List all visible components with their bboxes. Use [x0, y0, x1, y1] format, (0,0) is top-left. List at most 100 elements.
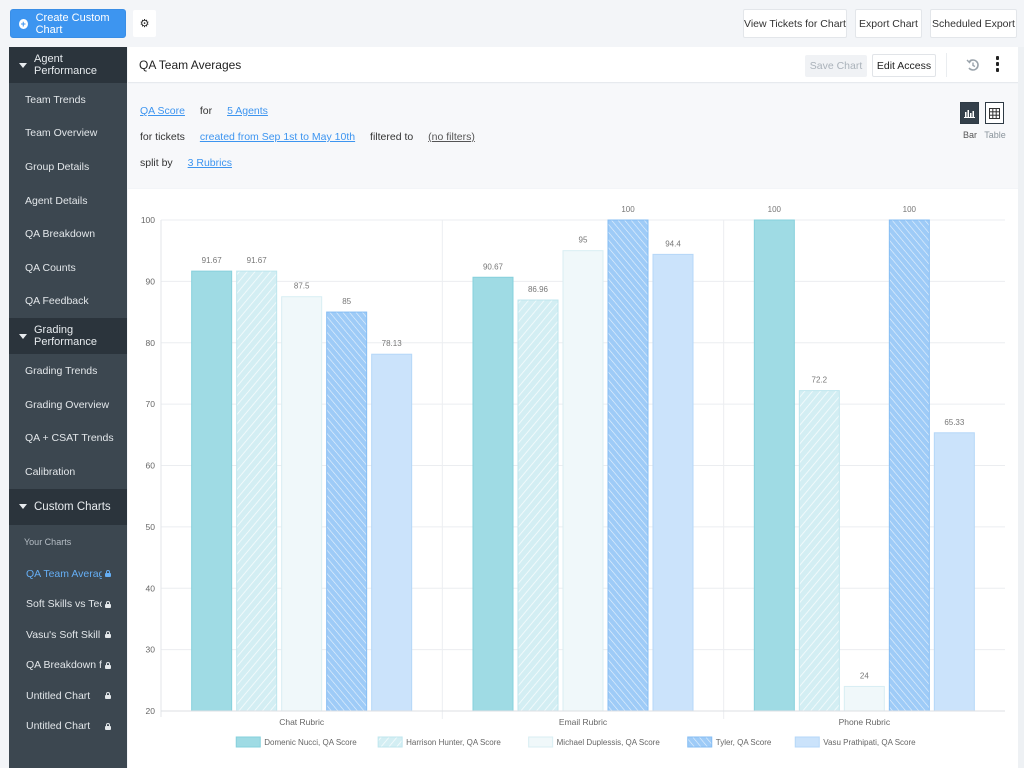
x-tick-label: Email Rubric	[559, 717, 608, 727]
sidebar-chart-untitled-2[interactable]: Untitled Chart	[9, 711, 127, 742]
sidebar-item-grading-overview[interactable]: Grading Overview	[9, 388, 127, 422]
divider	[946, 53, 947, 77]
legend-swatch	[794, 736, 820, 748]
split-value-link[interactable]: 3 Rubrics	[188, 157, 232, 169]
lock-icon	[105, 661, 111, 669]
bar	[798, 390, 840, 712]
scheduled-export-button[interactable]: Scheduled Export	[930, 9, 1017, 38]
sidebar-chart-qa-team-averages[interactable]: QA Team Averages	[9, 559, 127, 590]
data-label: 78.13	[382, 339, 403, 348]
bar	[472, 276, 514, 712]
lock-icon	[105, 692, 111, 700]
caret-down-icon	[19, 333, 27, 339]
data-label: 91.67	[247, 256, 268, 265]
legend-label: Vasu Prathipati, QA Score	[823, 738, 916, 747]
data-label: 100	[621, 205, 635, 214]
data-label: 86.96	[528, 285, 549, 294]
chart-label: Untitled Chart	[26, 689, 91, 702]
y-tick-label: 50	[146, 522, 156, 532]
settings-button[interactable]: ⚙	[133, 10, 156, 37]
query-builder: QA Score for 5 Agents for tickets create…	[128, 84, 1018, 188]
sidebar-item-team-trends[interactable]: Team Trends	[9, 83, 127, 117]
bar-chart-icon	[964, 110, 975, 118]
gear-icon: ⚙	[139, 18, 150, 30]
sidebar-item-qa-breakdown[interactable]: QA Breakdown	[9, 217, 127, 251]
caret-down-icon	[19, 62, 27, 68]
x-tick-label: Chat Rubric	[279, 717, 325, 727]
export-chart-button[interactable]: Export Chart	[855, 9, 922, 38]
bar	[753, 219, 795, 712]
y-tick-label: 100	[141, 215, 155, 225]
y-tick-label: 40	[146, 583, 156, 593]
bar-view-toggle[interactable]	[960, 102, 979, 124]
filters-link[interactable]: (no filters)	[428, 131, 475, 143]
bar	[888, 219, 930, 712]
history-icon[interactable]	[966, 58, 980, 72]
section-label: Custom Charts	[34, 500, 111, 513]
bar-chart: 20 30 40 50 60 70 80 90 100 91.67 91.67 87.5 85 78.1…	[141, 205, 1005, 748]
sidebar-item-qa-feedback[interactable]: QA Feedback	[9, 285, 127, 319]
sidebar-section-grading-performance[interactable]: Grading Performance	[9, 318, 127, 355]
data-label: 72.2	[812, 376, 828, 385]
legend-label: Harrison Hunter, QA Score	[406, 738, 501, 747]
data-label: 65.33	[944, 418, 965, 427]
lock-icon	[105, 600, 111, 608]
bar	[326, 311, 368, 712]
sidebar-section-agent-performance[interactable]: Agent Performance	[9, 47, 127, 83]
bar	[843, 685, 885, 712]
table-view-toggle[interactable]	[985, 102, 1004, 124]
bar	[652, 253, 694, 712]
sidebar-item-qa-csat-trends[interactable]: QA + CSAT Trends	[9, 421, 127, 455]
x-tick-label: Phone Rubric	[839, 717, 891, 727]
chart-label: Vasu's Soft Skill ...	[26, 628, 102, 641]
sidebar-chart-untitled-1[interactable]: Untitled Chart	[9, 681, 127, 712]
legend-label: Michael Duplessis, QA Score	[557, 738, 661, 747]
save-chart-button[interactable]: Save Chart	[805, 55, 867, 77]
page-title: QA Team Averages	[139, 58, 242, 72]
sidebar-item-team-overview[interactable]: Team Overview	[9, 117, 127, 151]
more-vertical-icon[interactable]	[993, 56, 1001, 76]
data-label: 91.67	[202, 256, 223, 265]
y-tick-label: 20	[146, 706, 156, 716]
edit-access-button[interactable]: Edit Access	[872, 54, 936, 77]
sidebar-chart-qa-breakdown[interactable]: QA Breakdown fo...	[9, 650, 127, 681]
query-line-split: split by 3 Rubrics	[140, 157, 244, 169]
legend-swatch	[377, 736, 403, 748]
sidebar-chart-vasus-soft-skill[interactable]: Vasu's Soft Skill ...	[9, 620, 127, 651]
data-label: 85	[342, 297, 351, 306]
legend-swatch	[235, 736, 261, 748]
y-tick-label: 80	[146, 338, 156, 348]
sidebar-item-grading-trends[interactable]: Grading Trends	[9, 354, 127, 388]
sidebar-item-qa-counts[interactable]: QA Counts	[9, 251, 127, 285]
agents-link[interactable]: 5 Agents	[227, 105, 268, 117]
for-text: for	[199, 105, 213, 117]
lock-icon	[105, 631, 111, 639]
bar	[191, 270, 233, 712]
sidebar-item-group-details[interactable]: Group Details	[9, 150, 127, 184]
bar	[236, 270, 278, 712]
sidebar-chart-soft-skills[interactable]: Soft Skills vs Tec...	[9, 589, 127, 620]
chart-panel: 20 30 40 50 60 70 80 90 100 91.67 91.67 87.5 85 78.1…	[128, 189, 1018, 768]
bar	[517, 299, 559, 712]
chart-label: QA Team Averages	[26, 567, 102, 580]
lock-icon	[105, 722, 111, 730]
sidebar-section-custom-charts[interactable]: Custom Charts	[9, 488, 127, 525]
metric-link[interactable]: QA Score	[140, 105, 185, 117]
date-range-link[interactable]: created from Sep 1st to May 10th	[200, 131, 355, 143]
bar	[371, 353, 413, 712]
your-charts-label: Your Charts	[24, 536, 72, 547]
chart-label: Soft Skills vs Tec...	[26, 598, 102, 611]
section-label: Agent Performance	[34, 53, 97, 77]
y-tick-label: 70	[146, 399, 156, 409]
scroll-gutter	[1018, 47, 1024, 768]
filtered-to-text: filtered to	[370, 131, 414, 143]
view-tickets-button[interactable]: View Tickets for Chart	[743, 9, 847, 38]
caret-down-icon	[19, 504, 27, 510]
chart-label: Untitled Chart	[26, 720, 91, 733]
sidebar-item-calibration[interactable]: Calibration	[9, 455, 127, 489]
create-custom-chart-button[interactable]: + Create Custom Chart	[10, 9, 126, 38]
y-tick-label: 30	[146, 645, 156, 655]
table-icon	[989, 107, 1000, 119]
create-custom-chart-label: Create Custom Chart	[35, 11, 110, 36]
sidebar-item-agent-details[interactable]: Agent Details	[9, 184, 127, 218]
